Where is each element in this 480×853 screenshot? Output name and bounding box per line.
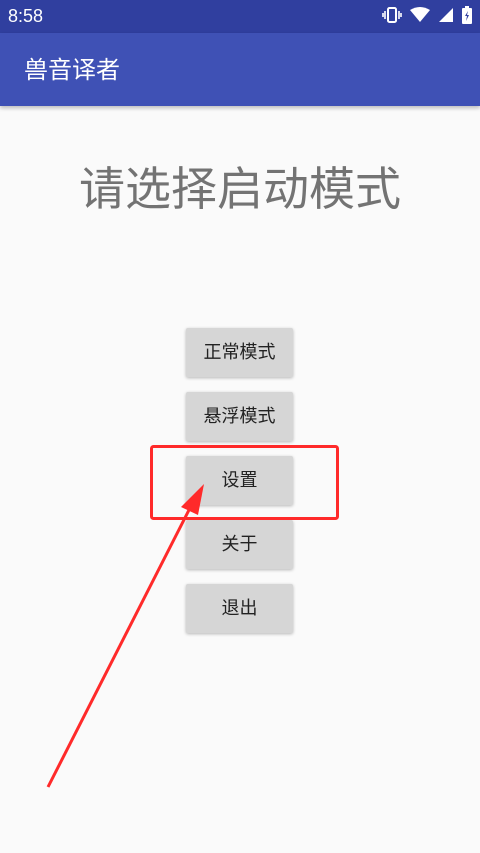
app-bar: 兽音译者 <box>0 33 480 106</box>
exit-button[interactable]: 退出 <box>186 584 293 633</box>
app-title: 兽音译者 <box>24 56 120 84</box>
status-icons <box>374 6 472 28</box>
about-button[interactable]: 关于 <box>186 520 293 569</box>
battery-icon <box>462 6 472 28</box>
normal-mode-button[interactable]: 正常模式 <box>186 328 293 377</box>
vibrate-icon <box>382 6 402 28</box>
signal-icon <box>438 7 454 27</box>
wifi-icon <box>410 7 430 27</box>
arrow-shaft <box>46 507 192 788</box>
page-title: 请选择启动模式 <box>79 162 401 216</box>
settings-button[interactable]: 设置 <box>186 456 293 505</box>
status-bar: 8:58 <box>0 0 480 33</box>
floating-mode-button[interactable]: 悬浮模式 <box>186 392 293 441</box>
status-time: 8:58 <box>8 6 44 26</box>
